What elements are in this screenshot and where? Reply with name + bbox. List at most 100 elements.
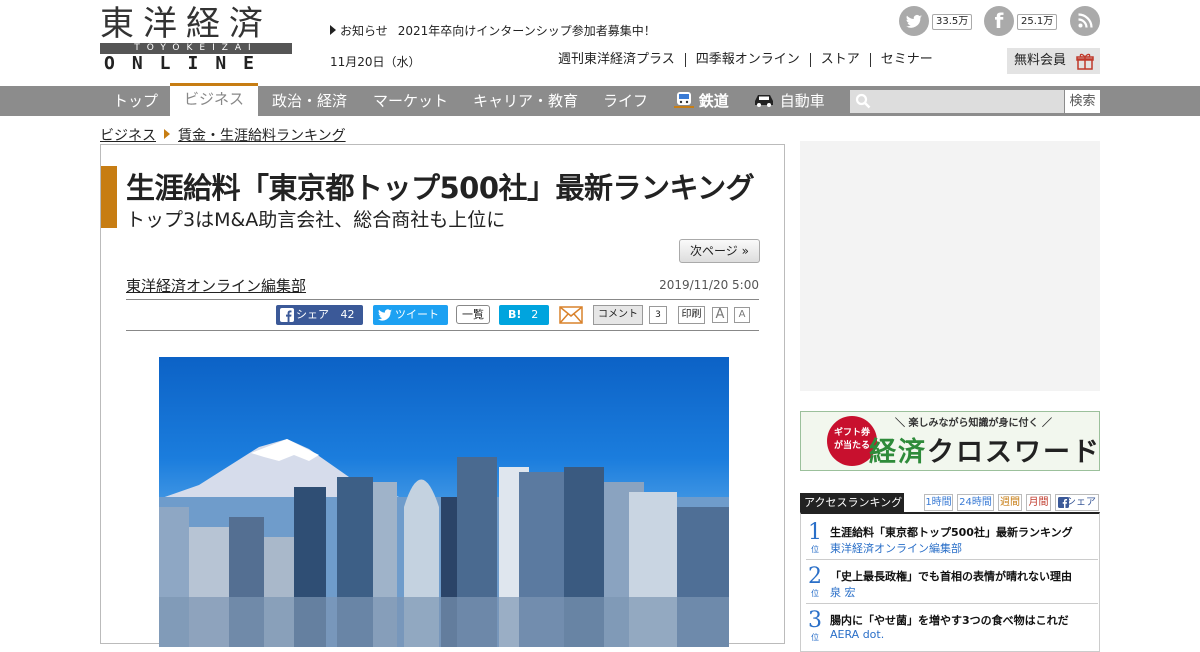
breadcrumb-business[interactable]: ビジネス — [100, 128, 156, 144]
ranking-item-author[interactable]: 泉 宏 — [830, 584, 856, 600]
rank-suffix: 位 — [811, 545, 819, 554]
hatena-bookmark-button[interactable]: B! 2 — [499, 305, 549, 325]
article-subtitle: トップ3はM&A助言会社、総合商社も上位に — [126, 209, 506, 231]
ranking-tab-share[interactable]: シェア — [1055, 494, 1099, 511]
header-links: 週刊東洋経済プラス 四季報オンライン ストア セミナー — [555, 53, 943, 67]
ranking-number-value: 3 — [808, 608, 822, 633]
car-icon — [755, 95, 773, 107]
gift-icon — [1076, 53, 1094, 70]
nav-business[interactable]: ビジネス — [170, 83, 259, 116]
rank-suffix: 位 — [811, 589, 819, 598]
free-member-label: 無料会員 — [1014, 53, 1067, 68]
nav-railway[interactable]: 鉄道 — [674, 86, 729, 116]
train-icon — [674, 92, 694, 108]
ranking-number-value: 2 — [808, 564, 822, 589]
hatena-count: 2 — [531, 308, 539, 321]
banner-title: 経済クロスワード — [869, 430, 1100, 469]
logo-main-text: 東洋経済 — [100, 4, 272, 44]
notice-text[interactable]: 2021年卒向けインターンシップ参加者募集中！ — [398, 24, 656, 38]
twitter-follower-count: 33.5万 — [932, 14, 973, 30]
facebook-icon: f — [984, 6, 1014, 36]
nav-politics-economy[interactable]: 政治・経済 — [272, 86, 347, 116]
free-member-button[interactable]: 無料会員 — [1007, 48, 1100, 74]
logo-online-text: ONLINE — [104, 53, 272, 74]
hatena-label: B! — [508, 308, 522, 321]
rank-suffix: 位 — [811, 633, 819, 642]
search-input[interactable] — [850, 90, 1064, 113]
article-panel: 生涯給料「東京都トップ500社」最新ランキング トップ3はM&A助言会社、総合商… — [100, 144, 785, 647]
banner-tagline: ＼ 楽しみながら知識が身に付く ／ — [895, 418, 1052, 429]
breadcrumb-salary-ranking[interactable]: 賃金・生涯給料ランキング — [178, 128, 346, 144]
ad-placeholder — [800, 141, 1100, 391]
ranking-item-author[interactable]: 東洋経済オンライン編集部 — [830, 540, 962, 556]
nav-top[interactable]: トップ — [113, 86, 158, 116]
tweet-list-button[interactable]: 一覧 — [456, 305, 490, 324]
tweet-button[interactable]: ツイート — [373, 305, 448, 325]
facebook-share-label: シェア — [296, 308, 329, 321]
breadcrumb-arrow-icon — [164, 129, 170, 139]
header-link-weekly-plus[interactable]: 週刊東洋経済プラス — [555, 53, 685, 67]
ranking-item[interactable]: 1位 生涯給料「東京都トップ500社」最新ランキング 東洋経済オンライン編集部 — [806, 520, 1098, 560]
mail-icon[interactable] — [559, 306, 583, 324]
banner-title-kanji: 経済 — [869, 437, 927, 468]
site-header: 東洋経済 TOYOKEIZAI ONLINE お知らせ 2021年卒向けインターン… — [0, 0, 1200, 86]
breadcrumb: ビジネス 賃金・生涯給料ランキング — [100, 125, 346, 145]
facebook-icon — [1058, 497, 1069, 508]
nav-market[interactable]: マーケット — [373, 86, 448, 116]
divider — [126, 330, 759, 331]
font-small-button[interactable]: A — [734, 307, 750, 323]
tweet-label: ツイート — [395, 308, 439, 321]
ranking-tab-1hour[interactable]: 1時間 — [924, 494, 953, 511]
facebook-follower-count: 25.1万 — [1017, 14, 1058, 30]
divider — [126, 299, 759, 300]
triangle-icon — [330, 25, 336, 35]
ranking-number-value: 1 — [808, 520, 822, 545]
access-ranking: アクセスランキング 1時間 24時間 週間 月間 シェア 1位 生涯給料「東京都… — [800, 493, 1100, 652]
nav-railway-label: 鉄道 — [698, 92, 729, 110]
ranking-tab-share-label: シェア — [1066, 497, 1096, 508]
search-icon — [855, 93, 871, 109]
ranking-number: 1位 — [806, 520, 824, 554]
twitter-icon — [899, 6, 929, 36]
banner-tagline-text: 楽しみながら知識が身に付く — [908, 418, 1039, 429]
ranking-item-title[interactable]: 腸内に「やせ菌」を増やす3つの食べ物はこれだ — [830, 612, 1069, 628]
ranking-tab-weekly[interactable]: 週間 — [998, 494, 1022, 511]
rss-icon — [1070, 6, 1100, 36]
ranking-list: 1位 生涯給料「東京都トップ500社」最新ランキング 東洋経済オンライン編集部 … — [800, 512, 1100, 652]
ranking-number: 2位 — [806, 564, 824, 598]
nav-automobile[interactable]: 自動車 — [753, 86, 825, 116]
article-title: 生涯給料「東京都トップ500社」最新ランキング — [126, 171, 755, 205]
notice-bar[interactable]: お知らせ 2021年卒向けインターンシップ参加者募集中！ — [330, 22, 656, 39]
publish-date: 2019/11/20 5:00 — [659, 278, 759, 292]
site-logo[interactable]: 東洋経済 TOYOKEIZAI ONLINE — [100, 4, 292, 74]
facebook-share-count: 42 — [340, 308, 355, 321]
ranking-item[interactable]: 2位 「史上最長政権」でも首相の表情が晴れない理由 泉 宏 — [806, 564, 1098, 604]
next-page-button[interactable]: 次ページ » — [679, 239, 760, 263]
article-author[interactable]: 東洋経済オンライン編集部 — [126, 275, 306, 296]
nav-career-education[interactable]: キャリア・教育 — [473, 86, 578, 116]
font-large-button[interactable]: A — [712, 307, 728, 323]
ranking-tab-24hours[interactable]: 24時間 — [957, 494, 994, 511]
header-link-shikiho[interactable]: 四季報オンライン — [684, 53, 810, 67]
facebook-icon — [280, 308, 294, 322]
ranking-tab-monthly[interactable]: 月間 — [1026, 494, 1051, 511]
ranking-number: 3位 — [806, 608, 824, 642]
nav-life[interactable]: ライフ — [603, 86, 648, 116]
facebook-share-button[interactable]: シェア 42 — [276, 305, 363, 325]
ranking-item[interactable]: 3位 腸内に「やせ菌」を増やす3つの食べ物はこれだ AERA dot. — [806, 608, 1098, 648]
ranking-item-title[interactable]: 生涯給料「東京都トップ500社」最新ランキング — [830, 524, 1073, 540]
title-accent-bar — [101, 166, 117, 228]
search-button[interactable]: 検索 — [1065, 90, 1100, 113]
print-button[interactable]: 印刷 — [678, 306, 705, 324]
nav-automobile-label: 自動車 — [779, 92, 825, 110]
comment-count: 3 — [649, 306, 667, 324]
crossword-banner[interactable]: ギフト券 が当たる ＼ 楽しみながら知識が身に付く ／ 経済クロスワード — [800, 411, 1100, 471]
comment-button[interactable]: コメント — [593, 305, 643, 325]
header-link-seminar[interactable]: セミナー — [869, 53, 943, 67]
ranking-heading: アクセスランキング — [800, 493, 904, 512]
ranking-item-title[interactable]: 「史上最長政権」でも首相の表情が晴れない理由 — [830, 568, 1072, 584]
banner-title-kana: クロスワード — [927, 437, 1100, 468]
hero-image-tokyo-skyline — [159, 357, 729, 647]
notice-label: お知らせ — [340, 24, 388, 38]
header-link-store[interactable]: ストア — [809, 53, 870, 67]
